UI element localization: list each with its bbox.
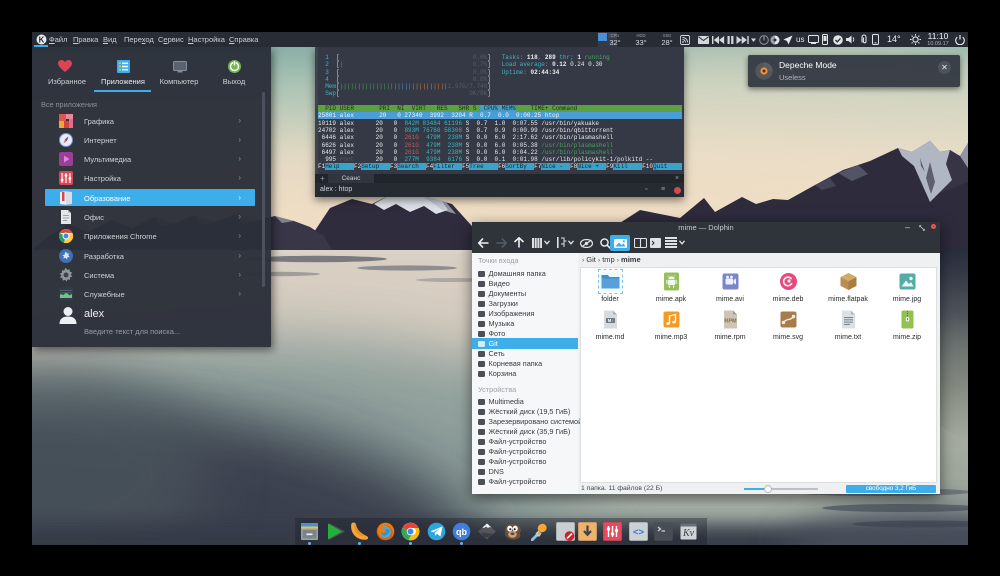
svg-text:Kv: Kv bbox=[681, 528, 694, 539]
svg-text:M↓: M↓ bbox=[607, 318, 613, 323]
svg-text:qb: qb bbox=[456, 527, 467, 537]
svg-text:RPM: RPM bbox=[724, 319, 737, 325]
svg-text:<>: <> bbox=[632, 527, 644, 538]
svg-text:K: K bbox=[39, 36, 45, 45]
